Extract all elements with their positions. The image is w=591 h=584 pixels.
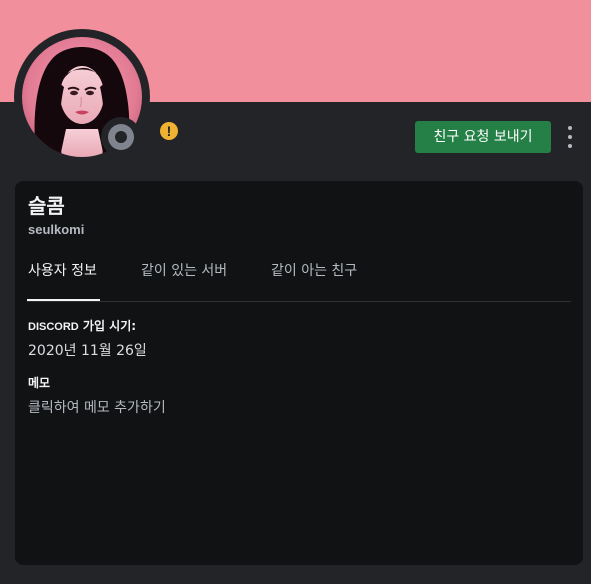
- tab-mutual-friends[interactable]: 같이 아는 친구: [271, 262, 357, 280]
- note-input[interactable]: 클릭하여 메모 추가하기: [28, 399, 166, 417]
- send-friend-request-button[interactable]: 친구 요청 보내기: [415, 121, 551, 153]
- profile-card: 슬콤 seulkomi 사용자 정보 같이 있는 서버 같이 아는 친구 DIS…: [15, 181, 583, 565]
- tab-divider: [27, 301, 571, 302]
- member-since-heading-text: 가입 시기:: [82, 319, 137, 333]
- tab-mutual-servers[interactable]: 같이 있는 서버: [141, 262, 227, 280]
- member-since-date: 2020년 11월 26일: [28, 343, 147, 359]
- member-since-heading-brand: DISCORD: [28, 321, 79, 333]
- warning-icon[interactable]: !: [160, 122, 178, 140]
- more-options-icon[interactable]: [562, 124, 578, 150]
- tab-user-info[interactable]: 사용자 정보: [28, 262, 97, 280]
- member-since-heading: DISCORD 가입 시기:: [28, 318, 136, 335]
- username: seulkomi: [28, 222, 85, 237]
- offline-status-icon: [108, 124, 134, 150]
- display-name: 슬콤: [28, 194, 65, 218]
- note-heading: 메모: [28, 376, 51, 390]
